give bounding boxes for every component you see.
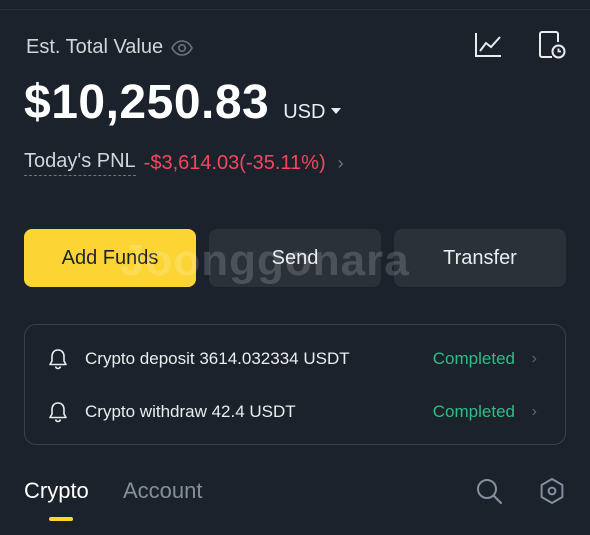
history-icon[interactable]: [537, 30, 567, 60]
transfer-button[interactable]: Transfer: [394, 229, 566, 287]
total-value: $10,250.83: [24, 76, 270, 129]
eye-icon[interactable]: [171, 39, 194, 56]
settings-icon[interactable]: [537, 476, 567, 506]
send-button[interactable]: Send: [209, 229, 381, 287]
search-icon[interactable]: [474, 476, 504, 506]
notice-item[interactable]: Crypto deposit 3614.032334 USDT Complete…: [47, 344, 547, 374]
total-value-row: $10,250.83 USD: [24, 75, 342, 130]
est-total-label: Est. Total Value: [26, 36, 164, 58]
chevron-right-icon: ›: [531, 403, 537, 420]
chevron-right-icon: ›: [531, 350, 537, 367]
add-funds-button[interactable]: Add Funds: [24, 229, 196, 287]
notice-status: Completed: [432, 349, 515, 368]
currency-label: USD: [283, 101, 326, 123]
chart-icon[interactable]: [473, 30, 503, 60]
notice-item[interactable]: Crypto withdraw 42.4 USDT Completed ›: [47, 397, 547, 427]
bell-icon: [47, 348, 69, 370]
notice-list: Crypto deposit 3614.032334 USDT Complete…: [24, 324, 566, 445]
tab-account[interactable]: Account: [123, 478, 203, 504]
chevron-right-icon: ›: [337, 152, 344, 173]
currency-selector[interactable]: USD: [283, 101, 342, 124]
tab-crypto[interactable]: Crypto: [24, 478, 89, 504]
top-divider: [0, 9, 590, 10]
est-total-value-row: Est. Total Value: [26, 36, 194, 59]
notice-text: Crypto deposit 3614.032334 USDT: [85, 349, 350, 368]
pnl-value: -$3,614.03(-35.11%): [143, 151, 326, 174]
notice-text: Crypto withdraw 42.4 USDT: [85, 402, 296, 421]
pnl-label: Today's PNL: [24, 150, 136, 176]
pnl-row[interactable]: Today's PNL -$3,614.03(-35.11%) ›: [24, 150, 344, 176]
notice-status: Completed: [432, 402, 515, 421]
active-tab-indicator: [49, 517, 73, 521]
chevron-down-icon: [331, 107, 342, 114]
bell-icon: [47, 401, 69, 423]
